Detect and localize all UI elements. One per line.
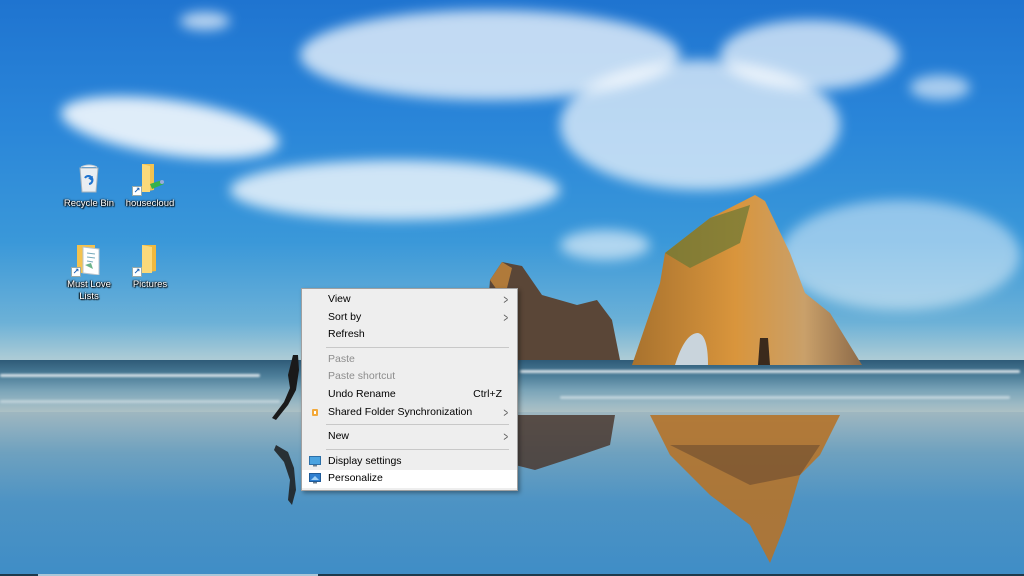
menu-item-label: View xyxy=(328,293,351,305)
shortcut-arrow-icon: ↗ xyxy=(132,186,142,196)
menu-item-undo-rename[interactable]: Undo Rename Ctrl+Z xyxy=(302,386,517,404)
menu-item-refresh[interactable]: Refresh xyxy=(302,326,517,344)
menu-item-label: Paste xyxy=(328,352,355,365)
menu-item-label: Shared Folder Synchronization xyxy=(328,405,473,418)
menu-item-display-settings[interactable]: Display settings xyxy=(302,453,517,471)
desktop[interactable]: Recycle Bin ↗ housecloud ↗ Must Love Lis… xyxy=(0,0,1024,576)
menu-separator xyxy=(326,448,509,450)
desktop-icon-label: Pictures xyxy=(132,279,168,290)
desktop-icon-label: housecloud xyxy=(125,198,175,209)
folder-icon: ↗ xyxy=(132,243,166,277)
shortcut-arrow-icon: ↗ xyxy=(71,267,81,277)
recycle-bin-icon xyxy=(73,162,105,194)
menu-item-paste: Paste xyxy=(302,351,517,369)
cloud xyxy=(230,160,560,220)
shortcut-arrow-icon: ↗ xyxy=(132,267,142,277)
cloud xyxy=(910,75,970,100)
menu-item-label: Undo Rename xyxy=(328,387,396,400)
menu-item-personalize[interactable]: Personalize xyxy=(302,470,517,488)
cloud xyxy=(57,84,283,171)
chevron-right-icon: > xyxy=(503,292,509,307)
arch-rock-reflection xyxy=(650,415,840,563)
desktop-icon-recycle-bin[interactable]: Recycle Bin xyxy=(57,162,121,210)
chevron-right-icon: > xyxy=(503,404,509,420)
menu-item-sort-by[interactable]: Sort by > xyxy=(302,309,517,327)
small-rock-reflection xyxy=(515,415,615,470)
menu-item-shared-folder-sync[interactable]: Shared Folder Synchronization > xyxy=(302,404,517,422)
menu-separator xyxy=(326,346,509,348)
menu-item-label: Personalize xyxy=(328,472,383,485)
desktop-icon-label: Must Love Lists xyxy=(67,279,111,302)
desktop-icon-label: Recycle Bin xyxy=(63,198,115,209)
sync-icon xyxy=(309,407,321,418)
menu-item-label: New xyxy=(328,430,350,443)
display-icon xyxy=(309,455,321,467)
menu-item-label: Sort by xyxy=(328,310,362,323)
menu-item-shortcut: Ctrl+Z xyxy=(473,387,502,400)
network-folder-icon: ↗ xyxy=(132,162,166,196)
chevron-right-icon: > xyxy=(503,429,509,445)
chevron-right-icon: > xyxy=(503,309,509,325)
menu-item-label: Refresh xyxy=(328,328,365,341)
arch-rock xyxy=(632,195,862,365)
document-folder-icon: ↗ xyxy=(71,243,105,277)
menu-item-view[interactable]: View > xyxy=(302,291,517,309)
cloud xyxy=(180,12,230,30)
desktop-icon-housecloud[interactable]: ↗ housecloud xyxy=(118,162,182,210)
menu-separator xyxy=(326,424,509,426)
desktop-icon-pictures[interactable]: ↗ Pictures xyxy=(118,243,182,291)
personalize-icon xyxy=(309,473,321,484)
menu-item-label: Display settings xyxy=(328,454,402,467)
desktop-context-menu: View > Sort by > Refresh Paste Paste sho… xyxy=(301,288,518,491)
menu-item-new[interactable]: New > xyxy=(302,428,517,446)
desktop-icon-must-love-lists[interactable]: ↗ Must Love Lists xyxy=(57,243,121,303)
menu-item-paste-shortcut: Paste shortcut xyxy=(302,368,517,386)
menu-item-label: Paste shortcut xyxy=(328,370,396,383)
cloud xyxy=(720,20,900,90)
